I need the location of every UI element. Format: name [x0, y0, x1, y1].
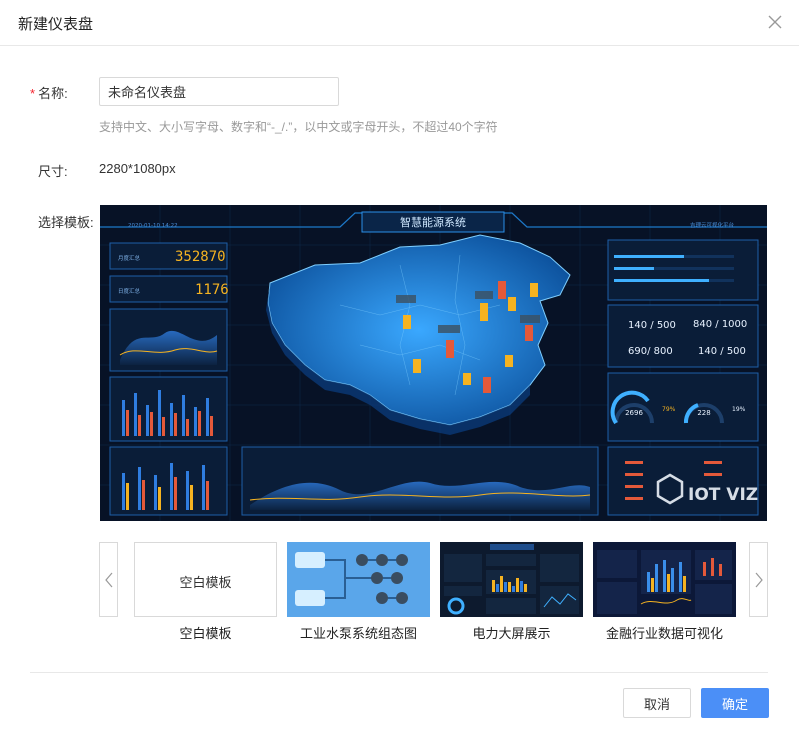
counter1-value: 352870 [175, 249, 226, 265]
gauge2-pct: 19% [732, 406, 746, 413]
template-blank[interactable]: 空白模板 [134, 542, 277, 617]
required-mark: * [30, 86, 36, 101]
template-finance-label: 金融行业数据可视化 [605, 626, 723, 641]
stat-1: 140 / 500 [628, 320, 676, 331]
template-finance[interactable] [593, 542, 736, 617]
carousel-prev-button[interactable] [99, 542, 118, 617]
gauge1-value: 2696 [625, 409, 643, 417]
carousel-next-button[interactable] [749, 542, 768, 617]
stat-3: 690/ 800 [628, 346, 673, 357]
chevron-right-icon [755, 572, 763, 588]
name-label: * 名称: [30, 83, 68, 102]
name-input[interactable] [99, 77, 339, 106]
dashboard-preview-graphic: 智慧能源系统 2020-01-10 14:22 吉理云可视化平台 月度汇总 35… [100, 205, 767, 521]
template-water-pump[interactable] [287, 542, 430, 617]
template-power-screen-label: 电力大屏展示 [472, 626, 551, 641]
footer-divider [30, 672, 768, 673]
counter1-label: 月度汇总 [118, 254, 141, 262]
confirm-button[interactable]: 确定 [701, 688, 769, 718]
template-blank-label: 空白模板 [179, 626, 232, 641]
dialog-title: 新建仪表盘 [18, 16, 94, 33]
dialog-header: 新建仪表盘 [0, 0, 799, 46]
power-screen-thumbnail [440, 542, 583, 617]
preview-platform: 吉理云可视化平台 [690, 221, 735, 229]
template-preview: 智慧能源系统 2020-01-10 14:22 吉理云可视化平台 月度汇总 35… [100, 205, 767, 521]
name-label-text: 名称: [38, 86, 68, 101]
template-blank-thumb-text: 空白模板 [179, 575, 232, 590]
cancel-button[interactable]: 取消 [623, 688, 691, 718]
new-dashboard-dialog: 新建仪表盘 *名称: 支持中文、大小写字母、数字和“-_/.”，以中文或字母开头… [0, 0, 799, 732]
preview-title: 智慧能源系统 [400, 215, 466, 229]
size-value: 2280*1080px [99, 161, 176, 176]
iot-viz-watermark: IOT VIZ [688, 485, 758, 505]
template-water-pump-label: 工业水泵系统组态图 [299, 626, 417, 641]
chevron-left-icon [105, 572, 113, 588]
size-label: 尺寸: [38, 164, 68, 179]
counter2-label: 日度汇总 [118, 287, 141, 295]
water-pump-thumbnail [287, 542, 430, 617]
name-hint: 支持中文、大小写字母、数字和“-_/.”，以中文或字母开头，不超过40个字符 [99, 120, 498, 134]
close-icon[interactable] [766, 13, 784, 31]
gauge1-pct: 79% [662, 406, 676, 413]
counter2-value: 1176 [195, 282, 229, 298]
gauge2-value: 228 [697, 409, 710, 417]
finance-thumbnail [593, 542, 736, 617]
preview-date: 2020-01-10 14:22 [128, 223, 178, 229]
stat-4: 140 / 500 [698, 346, 746, 357]
template-label: 选择模板: [38, 215, 94, 230]
stat-2: 840 / 1000 [693, 319, 747, 330]
template-power-screen[interactable] [440, 542, 583, 617]
